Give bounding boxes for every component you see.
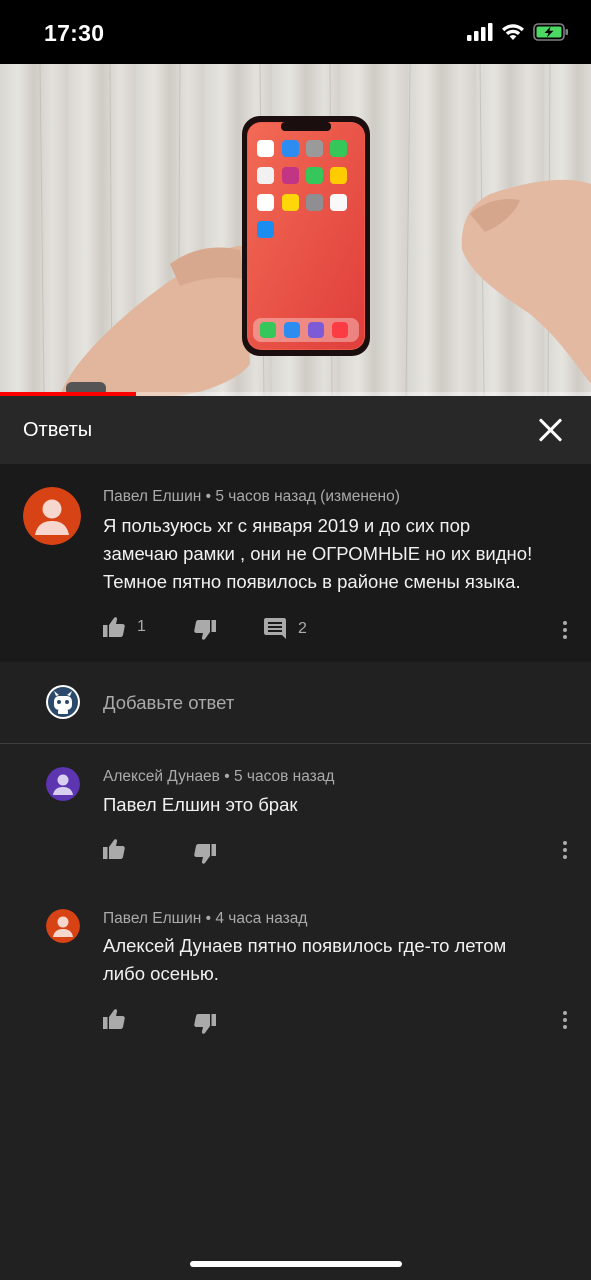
- reply-time: 4 часа назад: [215, 910, 308, 927]
- thumbs-down-icon: [194, 1014, 216, 1034]
- thumbs-up-icon: [103, 839, 125, 859]
- thumbs-up-icon: [103, 617, 125, 637]
- add-reply-input[interactable]: Добавьте ответ: [103, 692, 234, 714]
- like-count: 1: [137, 618, 146, 635]
- status-bar: 17:30: [0, 0, 591, 64]
- reply-meta: Павел Елшин • 4 часа назад: [103, 910, 308, 927]
- like-button[interactable]: [103, 839, 125, 859]
- reply-author[interactable]: Алексей Дунаев: [103, 768, 220, 785]
- reply-author[interactable]: Павел Елшин: [103, 910, 201, 927]
- video-player[interactable]: [0, 64, 591, 396]
- status-time: 17:30: [44, 20, 105, 46]
- dislike-button[interactable]: [194, 844, 216, 864]
- comment-author[interactable]: Павел Елшин: [103, 488, 201, 505]
- parent-comment: Павел Елшин • 5 часов назад (изменено) Я…: [0, 464, 591, 662]
- battery-charging-icon: [533, 23, 568, 41]
- video-frame-image: [39, 64, 591, 396]
- more-vertical-icon[interactable]: [562, 1011, 568, 1031]
- thumbs-up-icon: [103, 1009, 125, 1029]
- thumbs-down-icon: [194, 844, 216, 864]
- more-vertical-icon[interactable]: [562, 621, 568, 641]
- reply-text: Павел Елшин это брак: [103, 794, 298, 815]
- reply-count: 2: [298, 619, 307, 637]
- comment-meta: Павел Елшин • 5 часов назад (изменено): [103, 488, 400, 505]
- comment-text: Я пользуюсь xr с января 2019 и до сих по…: [103, 515, 533, 592]
- user-avatar-icon[interactable]: [46, 767, 80, 801]
- close-icon[interactable]: [537, 417, 563, 443]
- add-reply-row[interactable]: [0, 662, 591, 744]
- thumbs-down-icon: [194, 620, 216, 640]
- signal-icon: [467, 23, 493, 41]
- comment-time: 5 часов назад (изменено): [215, 488, 400, 505]
- reply-count-button[interactable]: 2: [264, 618, 307, 639]
- like-button[interactable]: 1: [103, 617, 146, 637]
- like-button[interactable]: [103, 1009, 125, 1029]
- home-indicator[interactable]: [190, 1261, 402, 1267]
- status-icons: [467, 23, 569, 41]
- panel-title: Ответы: [23, 418, 93, 441]
- reply-meta: Алексей Дунаев • 5 часов назад: [103, 768, 335, 785]
- reply-icon: [264, 618, 286, 639]
- reply-time: 5 часов назад: [233, 768, 335, 785]
- more-vertical-icon[interactable]: [562, 841, 568, 861]
- replies-panel-header: Ответы: [0, 396, 591, 464]
- user-avatar-icon[interactable]: [23, 487, 81, 545]
- wifi-icon: [502, 24, 524, 40]
- dislike-button[interactable]: [194, 1014, 216, 1034]
- user-avatar-icon: [46, 685, 80, 719]
- user-avatar-icon[interactable]: [46, 909, 80, 943]
- dislike-button[interactable]: [194, 620, 216, 640]
- reply-text: Алексей Дунаев пятно появилось где-то ле…: [103, 935, 507, 984]
